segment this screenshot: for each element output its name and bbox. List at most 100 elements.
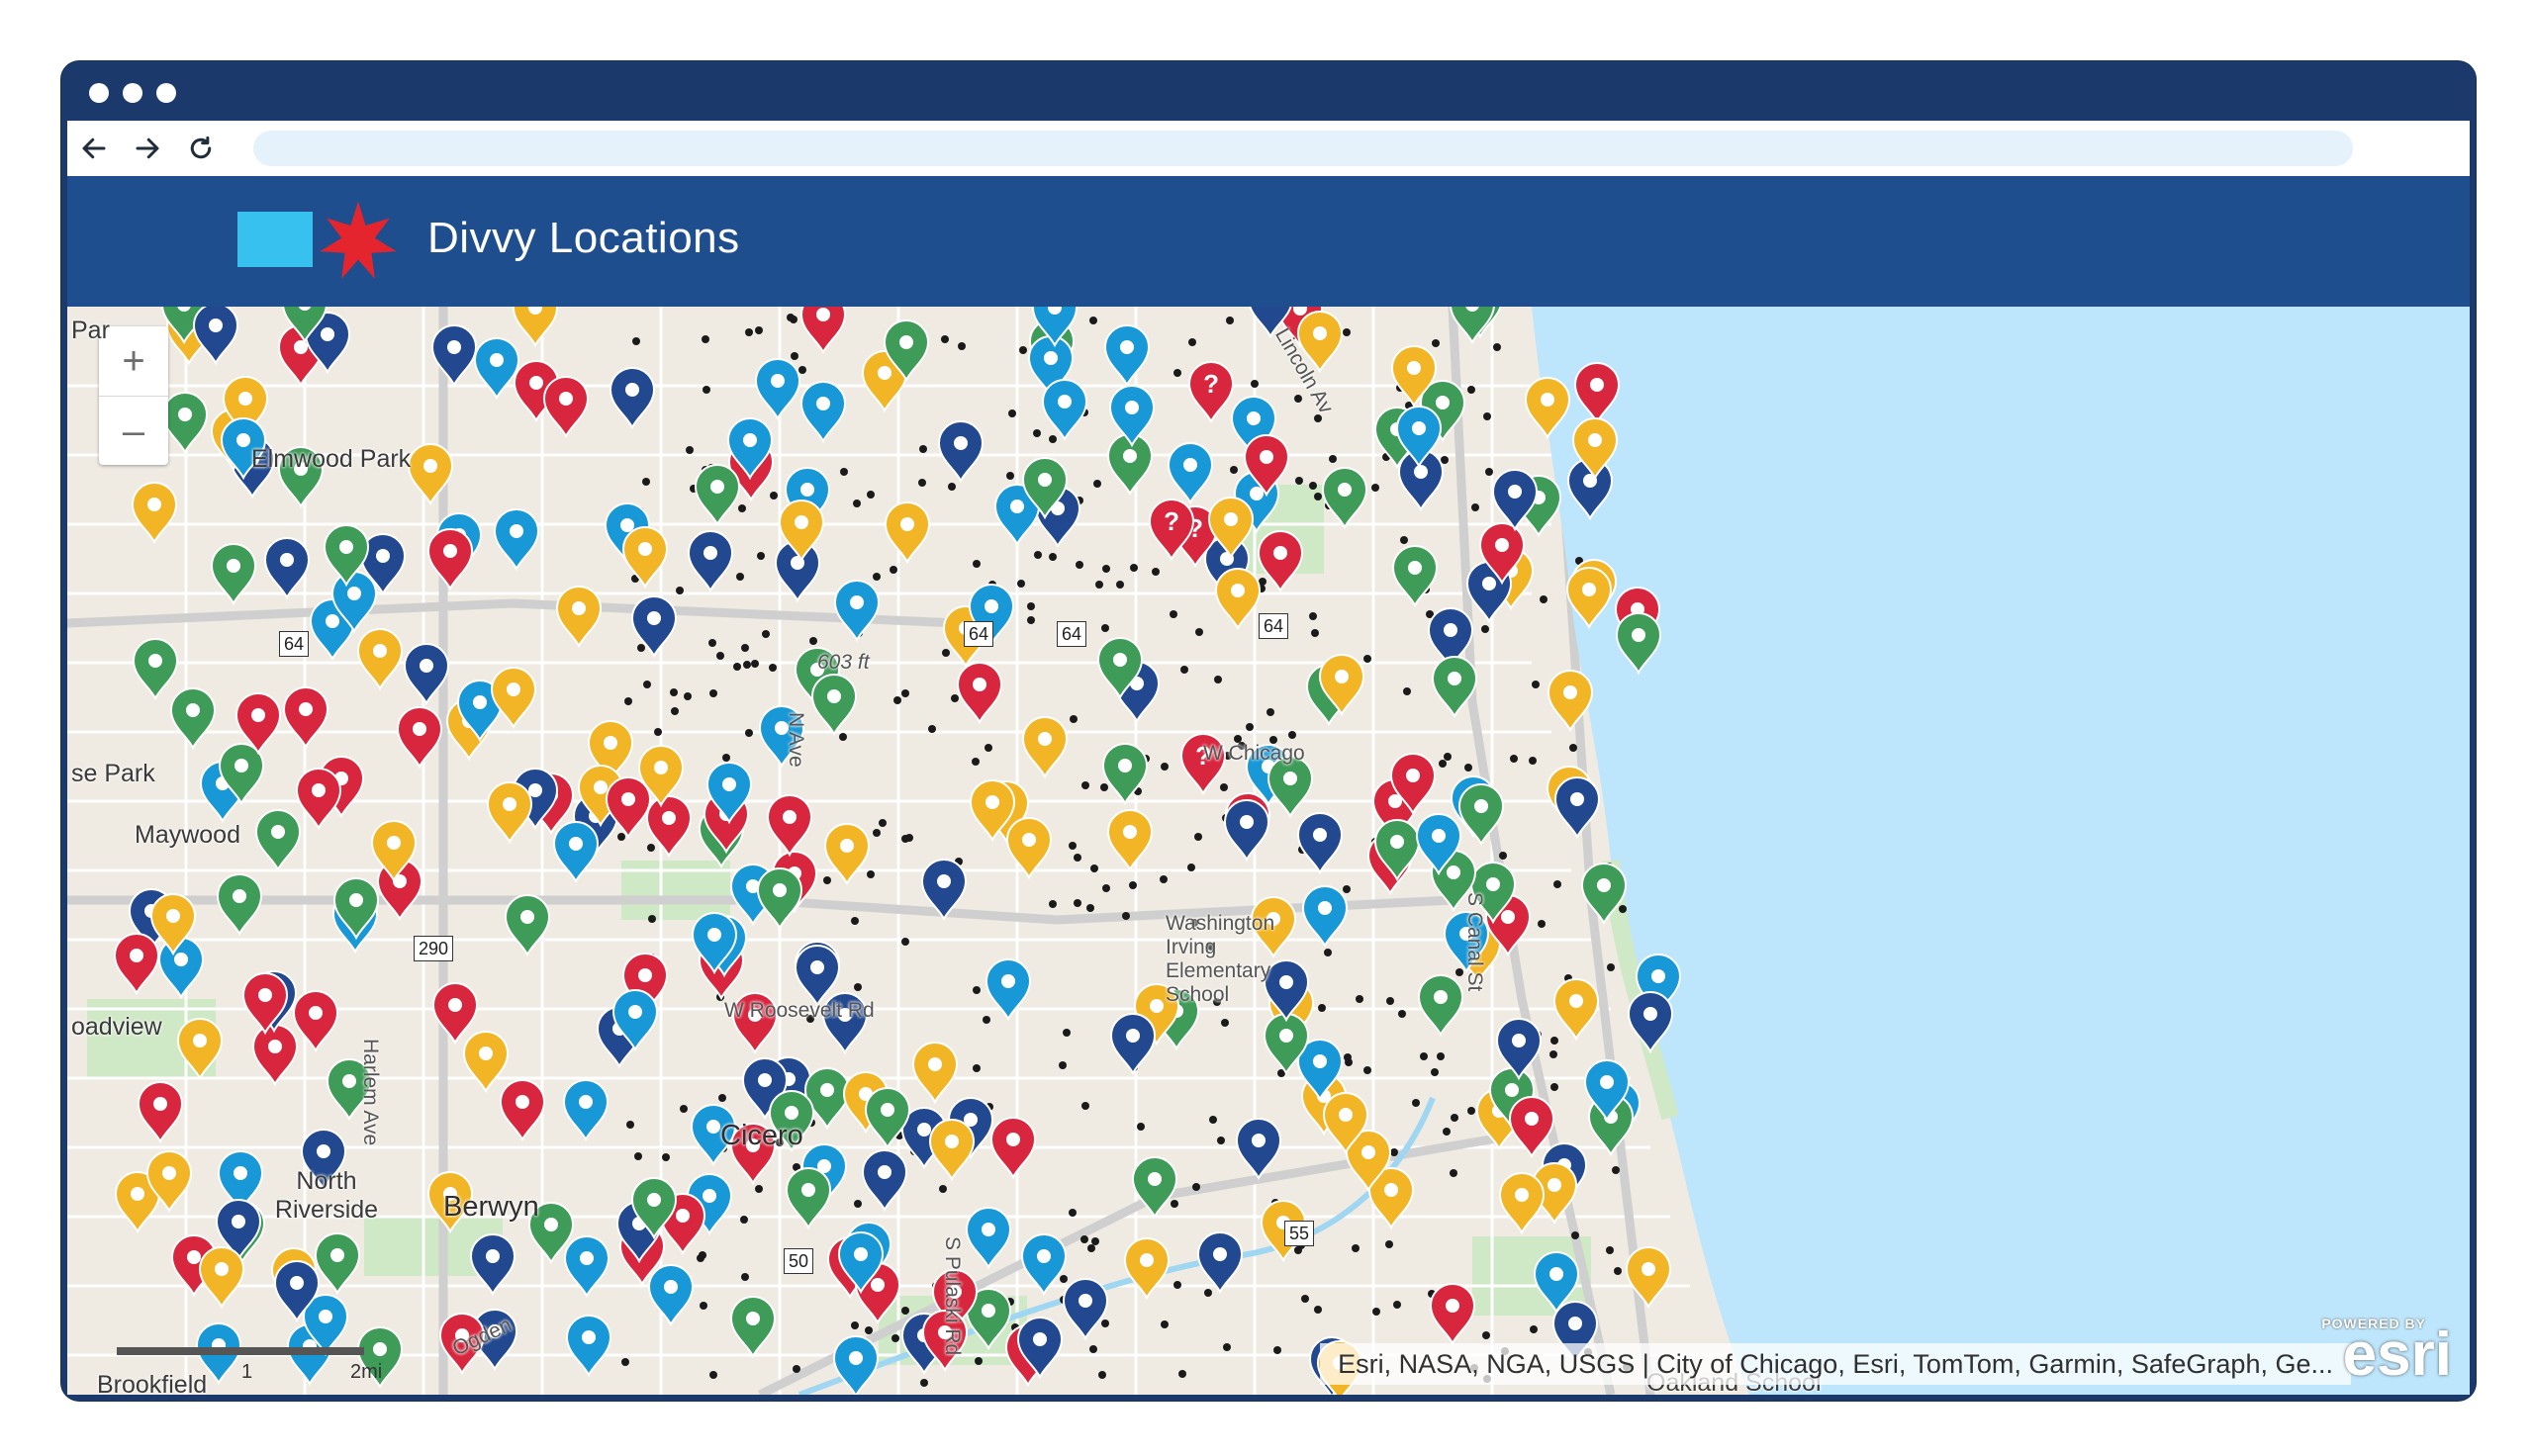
station-pin[interactable]	[766, 794, 813, 858]
station-pin[interactable]	[1565, 567, 1613, 630]
station-pin[interactable]	[1573, 362, 1621, 425]
station-pin[interactable]	[1103, 324, 1151, 388]
station-pin[interactable]	[295, 768, 342, 831]
station-pin[interactable]	[263, 537, 311, 600]
station-pin[interactable]	[754, 358, 801, 421]
station-pin[interactable]	[756, 867, 803, 931]
station-pin[interactable]	[407, 443, 454, 506]
map-attribution[interactable]: Esri, NASA, NGA, USGS | City of Chicago,…	[1320, 1343, 2351, 1385]
station-pin[interactable]	[1429, 1283, 1476, 1346]
station-pin[interactable]	[499, 1079, 546, 1142]
station-pin[interactable]	[473, 337, 520, 401]
station-pin[interactable]	[1547, 670, 1594, 733]
station-pin[interactable]	[1552, 978, 1600, 1042]
back-button[interactable]	[67, 121, 121, 176]
station-pin[interactable]	[1196, 1231, 1244, 1295]
station-pin[interactable]	[565, 1315, 612, 1378]
station-pin[interactable]	[1417, 974, 1464, 1038]
station-pin[interactable]	[254, 809, 302, 872]
station-pin[interactable]	[563, 1235, 610, 1299]
station-pin[interactable]	[609, 367, 656, 430]
station-pin[interactable]	[462, 1031, 510, 1094]
unknown-station-pin[interactable]: ?	[1187, 361, 1235, 424]
station-pin[interactable]	[965, 1207, 1012, 1270]
station-pin[interactable]	[937, 420, 985, 484]
forward-button[interactable]	[121, 121, 174, 176]
station-pin[interactable]	[1223, 799, 1270, 863]
station-pin[interactable]	[469, 1233, 516, 1297]
station-pin[interactable]	[542, 376, 590, 439]
station-pin[interactable]	[729, 1296, 777, 1359]
station-pin[interactable]	[1615, 612, 1662, 676]
station-pin[interactable]	[920, 859, 968, 922]
station-pin[interactable]	[1021, 716, 1069, 779]
station-pin[interactable]	[198, 1246, 245, 1310]
station-pin[interactable]	[1391, 545, 1439, 608]
zoom-out-button[interactable]: –	[99, 396, 168, 466]
station-pin[interactable]	[989, 1117, 1037, 1180]
station-pin[interactable]	[292, 990, 339, 1053]
station-pin[interactable]	[864, 1087, 911, 1150]
station-pin[interactable]	[1005, 817, 1053, 880]
map-view[interactable]: ????? + – Par Elmwood Park se Park Maywo…	[67, 307, 2470, 1395]
window-dot[interactable]	[156, 83, 176, 103]
reload-button[interactable]	[174, 121, 228, 176]
station-pin[interactable]	[282, 686, 329, 750]
station-pin[interactable]	[1131, 1156, 1178, 1220]
station-pin[interactable]	[1109, 1013, 1157, 1076]
station-pin[interactable]	[1553, 776, 1601, 840]
station-pin[interactable]	[552, 821, 600, 884]
station-pin[interactable]	[1627, 991, 1674, 1054]
station-pin[interactable]	[1301, 885, 1349, 949]
station-pin[interactable]	[810, 674, 858, 737]
station-pin[interactable]	[493, 508, 540, 572]
station-pin[interactable]	[1214, 568, 1262, 631]
station-pin[interactable]	[555, 586, 603, 649]
station-pin[interactable]	[396, 706, 443, 770]
station-pin[interactable]	[694, 464, 741, 527]
station-pin[interactable]	[490, 667, 537, 730]
station-pin[interactable]	[1106, 809, 1154, 872]
station-pin[interactable]	[621, 526, 669, 590]
station-pin[interactable]	[1457, 783, 1505, 847]
address-bar[interactable]	[253, 131, 2353, 166]
station-pin[interactable]	[131, 482, 178, 545]
station-pin[interactable]	[169, 687, 217, 751]
station-pin[interactable]	[486, 781, 533, 845]
station-pin[interactable]	[833, 580, 881, 643]
station-pin[interactable]	[161, 392, 209, 455]
station-pin[interactable]	[512, 307, 559, 348]
window-dot[interactable]	[89, 83, 109, 103]
station-pin[interactable]	[1108, 385, 1156, 448]
station-pin[interactable]	[430, 324, 478, 388]
station-pin[interactable]	[799, 381, 847, 444]
station-pin[interactable]	[1062, 1278, 1109, 1341]
station-pin[interactable]	[1235, 1118, 1282, 1181]
station-pin[interactable]	[1524, 377, 1571, 440]
station-pin[interactable]	[1123, 1237, 1171, 1301]
station-pin[interactable]	[431, 982, 479, 1046]
station-pin[interactable]	[113, 933, 160, 996]
station-pin[interactable]	[832, 1335, 880, 1395]
station-pin[interactable]	[985, 958, 1032, 1022]
station-pin[interactable]	[1498, 1172, 1546, 1235]
station-pin[interactable]	[884, 501, 931, 565]
station-pin[interactable]	[132, 638, 179, 701]
station-pin[interactable]	[1266, 756, 1314, 819]
station-pin[interactable]	[956, 662, 1003, 725]
station-pin[interactable]	[1580, 863, 1628, 926]
station-pin[interactable]	[426, 528, 474, 592]
station-pin[interactable]	[157, 937, 205, 1000]
station-pin[interactable]	[687, 530, 734, 593]
station-pin[interactable]	[1167, 442, 1214, 505]
station-pin[interactable]	[647, 1264, 695, 1327]
station-pin[interactable]	[562, 1079, 610, 1142]
station-pin[interactable]	[911, 1042, 959, 1105]
station-pin[interactable]	[1431, 656, 1478, 719]
window-dot[interactable]	[123, 83, 142, 103]
station-pin[interactable]	[176, 1018, 224, 1081]
station-pin[interactable]	[1296, 812, 1344, 875]
station-pin[interactable]	[823, 823, 871, 886]
station-pin[interactable]	[928, 1119, 976, 1182]
station-pin[interactable]	[861, 1149, 908, 1213]
